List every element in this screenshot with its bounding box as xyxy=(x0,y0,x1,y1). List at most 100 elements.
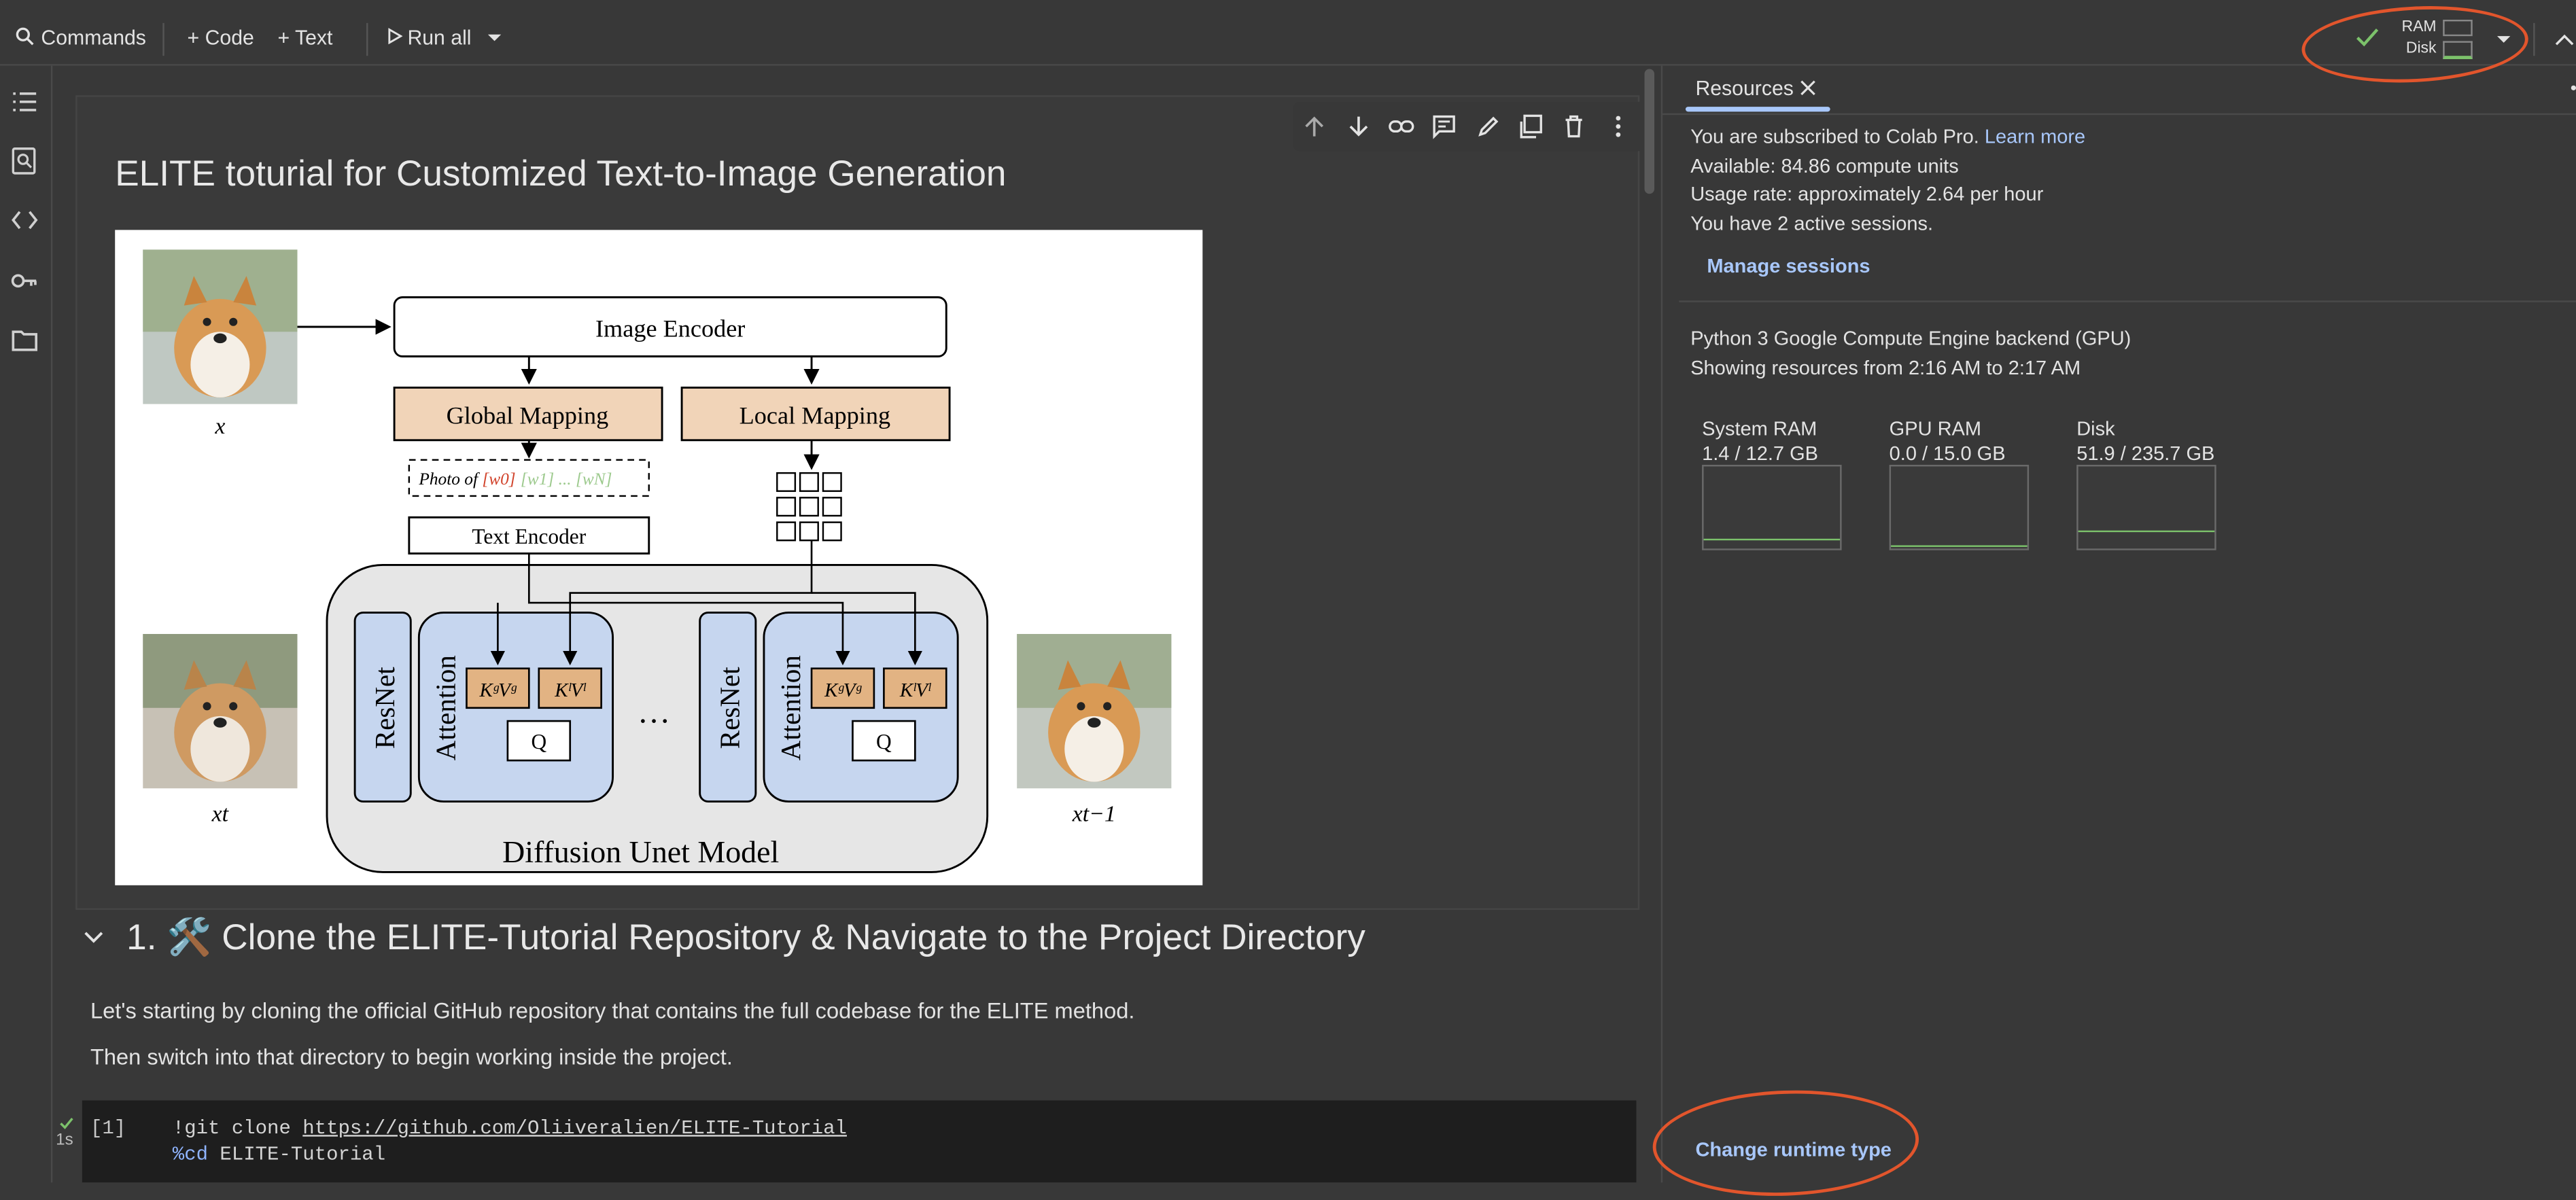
manage-sessions-button[interactable]: Manage sessions xyxy=(1707,255,1870,278)
active-sessions: You have 2 active sessions. xyxy=(1690,211,1934,235)
global-mapping-label: Global Mapping xyxy=(447,402,609,429)
run-all-dropdown-icon[interactable] xyxy=(486,33,502,43)
cell-toolbar xyxy=(1293,101,1648,152)
backend-info: Python 3 Google Compute Engine backend (… xyxy=(1690,327,2131,350)
move-down-icon[interactable] xyxy=(1346,113,1372,140)
text-encoder-label: Text Encoder xyxy=(472,525,586,548)
exec-time: 1s xyxy=(56,1131,73,1150)
resources-panel: Resources You are subscribed to Colab Pr… xyxy=(1660,65,2576,1183)
section-heading-text: 1. 🛠️ Clone the ELITE-Tutorial Repositor… xyxy=(126,916,1365,958)
kv-local-right: KˡVˡ xyxy=(899,680,932,701)
token-grid xyxy=(776,472,842,542)
elite-diagram: x xt xt−1 Image Encoder Global Mapping L… xyxy=(115,230,1203,885)
dog-photo-x xyxy=(143,249,298,404)
disk-chart xyxy=(2076,465,2216,550)
q-right: Q xyxy=(876,730,892,754)
local-mapping-label: Local Mapping xyxy=(739,402,890,429)
code-line2-magic: %cd xyxy=(172,1143,209,1167)
active-tab-indicator xyxy=(1685,107,1830,112)
add-text-button[interactable]: + Text xyxy=(277,27,332,50)
commands-label: Commands xyxy=(41,26,146,50)
mirror-cell-icon[interactable] xyxy=(1518,113,1544,140)
gauge-value: 51.9 / 235.7 GB xyxy=(2076,442,2215,465)
commands-button[interactable]: Commands xyxy=(15,27,146,50)
toolbar-divider xyxy=(2533,22,2535,56)
kv-global-right: KᵍVᵍ xyxy=(824,680,862,701)
kv-local-left: KˡVˡ xyxy=(554,680,587,701)
dog-photo-xt xyxy=(143,633,298,789)
edit-pencil-icon[interactable] xyxy=(1476,113,1502,140)
gauge-value: 1.4 / 12.7 GB xyxy=(1702,442,1819,465)
attention-label-right: Attention xyxy=(775,655,806,760)
code-line1-cmd: !git clone xyxy=(172,1116,303,1140)
available-units: Available: 84.86 compute units xyxy=(1690,154,1959,178)
attention-label-left: Attention xyxy=(430,655,462,760)
gauge-value: 0.0 / 15.0 GB xyxy=(1889,442,2006,465)
notebook-title: ELITE toturial for Customized Text-to-Im… xyxy=(115,152,1007,194)
q-left: Q xyxy=(531,730,546,754)
svg-text:Photo of [w0][w1] ... [wN]: Photo of [w0] [w1] ... [wN] xyxy=(418,470,612,489)
panel-divider xyxy=(1663,113,2576,116)
section-heading: 1. 🛠️ Clone the ELITE-Tutorial Repositor… xyxy=(84,916,1365,959)
prompt-rest: [w1] ... [wN] xyxy=(521,470,612,489)
collapse-section-icon[interactable] xyxy=(84,931,103,944)
code-snippets-icon[interactable] xyxy=(10,205,40,235)
repo-url-link[interactable]: https://github.com/Oliiveralien/ELITE-Tu… xyxy=(302,1117,847,1140)
top-toolbar: Commands + Code + Text Run all RAM Disk xyxy=(0,10,2576,66)
system-ram-chart xyxy=(1702,465,1842,550)
gauge-name: System RAM xyxy=(1702,417,1817,440)
blocks-ellipsis: … xyxy=(638,694,670,730)
image-encoder-label: Image Encoder xyxy=(595,315,745,342)
prompt-w0: [w0] xyxy=(482,470,515,489)
link-icon[interactable] xyxy=(1388,113,1414,140)
kv-global-left: KᵍVᵍ xyxy=(479,680,517,701)
exec-success-icon xyxy=(60,1117,73,1129)
subscription-text: You are subscribed to Colab Pro. xyxy=(1690,124,1985,148)
gpu-ram-chart xyxy=(1889,465,2030,550)
learn-more-link[interactable]: Learn more xyxy=(1985,125,2085,148)
left-sidebar xyxy=(0,65,53,1183)
search-icon xyxy=(16,27,34,46)
collapse-header-icon[interactable] xyxy=(2555,33,2575,46)
resnet-label-right: ResNet xyxy=(714,667,746,749)
panel-more-icon[interactable] xyxy=(2571,85,2576,90)
panel-divider xyxy=(1679,300,2576,302)
text-cell[interactable]: ELITE toturial for Customized Text-to-Im… xyxy=(75,95,1648,911)
run-all-label: Run all xyxy=(407,26,472,50)
intro-paragraph-1: Let's starting by cloning the official G… xyxy=(90,998,1135,1023)
unet-label: Diffusion Unet Model xyxy=(502,834,779,869)
menu-bar xyxy=(0,0,2576,10)
label-xt: xt xyxy=(211,802,230,827)
toolbar-divider xyxy=(162,22,164,56)
code-line2-rest: ELITE-Tutorial xyxy=(208,1143,386,1167)
run-all-button[interactable]: Run all xyxy=(387,26,472,50)
usage-rate: Usage rate: approximately 2.64 per hour xyxy=(1690,182,2044,206)
code-cell[interactable]: [1] !git clone https://github.com/Oliive… xyxy=(82,1100,1637,1183)
gauge-name: Disk xyxy=(2076,417,2115,440)
notebook-scrollbar[interactable] xyxy=(1644,69,1655,194)
tab-resources[interactable]: Resources xyxy=(1695,77,1793,101)
play-icon xyxy=(388,28,403,45)
find-icon[interactable] xyxy=(10,146,40,176)
move-up-icon[interactable] xyxy=(1301,113,1327,140)
more-options-icon[interactable] xyxy=(1605,113,1631,140)
dog-photo-xt-minus-1 xyxy=(1017,633,1172,789)
secrets-key-icon[interactable] xyxy=(10,266,40,296)
gauge-name: GPU RAM xyxy=(1889,417,1982,440)
toc-icon[interactable] xyxy=(10,87,40,117)
comment-icon[interactable] xyxy=(1431,113,1457,140)
files-folder-icon[interactable] xyxy=(10,325,40,355)
tab-resources-label: Resources xyxy=(1695,77,1794,101)
intro-paragraph-2: Then switch into that directory to begin… xyxy=(90,1044,733,1070)
add-code-button[interactable]: + Code xyxy=(188,27,254,50)
close-icon[interactable] xyxy=(1799,79,1817,97)
notebook-area: ELITE toturial for Customized Text-to-Im… xyxy=(52,65,1660,1183)
label-xt-minus-1: xt−1 xyxy=(1072,802,1116,827)
prompt-prefix: Photo of xyxy=(418,470,482,489)
exec-count: [1] xyxy=(90,1116,126,1140)
toolbar-divider xyxy=(366,22,368,56)
label-x: x xyxy=(214,414,225,439)
time-range: Showing resources from 2:16 AM to 2:17 A… xyxy=(1690,356,2081,380)
delete-icon[interactable] xyxy=(1561,113,1587,140)
resnet-label-left: ResNet xyxy=(369,667,400,749)
